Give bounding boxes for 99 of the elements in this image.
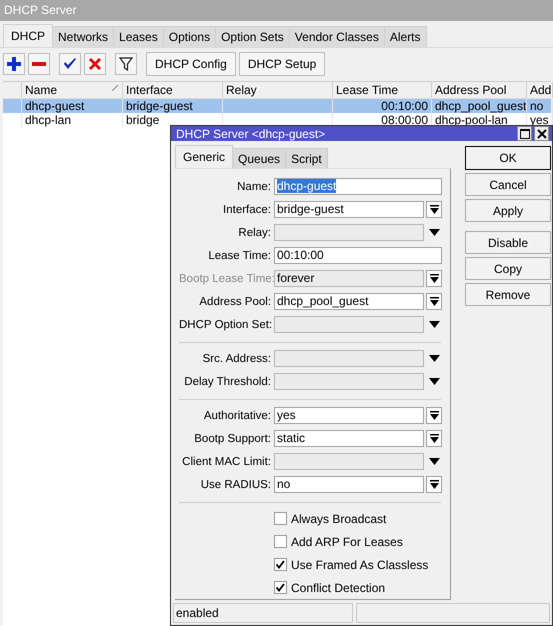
- table-cell: bridge: [126, 113, 160, 127]
- table-cell: dhcp-lan: [25, 113, 72, 127]
- checkbox[interactable]: [274, 535, 287, 548]
- table-cell: 00:10:00: [381, 99, 428, 113]
- dropdown-icon: [430, 297, 438, 306]
- dialog-button[interactable]: Remove: [465, 283, 551, 306]
- table-cell: dhcp-guest: [25, 99, 84, 113]
- column-header[interactable]: Interface: [123, 82, 223, 98]
- input-field[interactable]: dhcp-guest: [274, 178, 442, 195]
- toolbar-button[interactable]: DHCP Setup: [238, 52, 326, 76]
- dialog-button[interactable]: Copy: [465, 257, 551, 280]
- table-cell: dhcp-pool-lan: [435, 113, 508, 127]
- checkbox[interactable]: [274, 512, 287, 525]
- field-label: Interface:: [222, 204, 272, 216]
- dialog-title: DHCP Server <dhcp-guest>: [176, 126, 326, 140]
- field-label: Src. Address:: [202, 352, 272, 364]
- select-field[interactable]: no: [274, 476, 424, 493]
- expand-arrow-icon[interactable]: [429, 321, 440, 328]
- dropdown-icon: [430, 434, 438, 443]
- status-text: enabled: [173, 603, 353, 623]
- checkbox-label: Add ARP For Leases: [291, 534, 403, 548]
- checkbox[interactable]: [274, 581, 287, 594]
- add-button[interactable]: [3, 53, 25, 75]
- dropdown-button[interactable]: [426, 293, 442, 310]
- maximize-button[interactable]: [517, 126, 532, 141]
- toolbar-button[interactable]: DHCP Config: [146, 52, 236, 76]
- input-field[interactable]: [274, 224, 424, 241]
- tab[interactable]: DHCP: [3, 24, 54, 47]
- expand-arrow-icon[interactable]: [429, 458, 440, 465]
- dialog-button[interactable]: Disable: [465, 231, 551, 254]
- field-label: Client MAC Limit:: [181, 456, 272, 468]
- dialog-button[interactable]: Apply: [465, 199, 551, 222]
- table-cell: 08:00:00: [381, 113, 428, 127]
- table-row[interactable]: dhcp-guest bridge-guest 00:10:00 dhcp_pool_guest no: [3, 99, 551, 113]
- input-field[interactable]: [274, 350, 424, 367]
- input-field[interactable]: [274, 373, 424, 390]
- expand-arrow-icon[interactable]: [429, 229, 440, 236]
- table-cell: no: [530, 99, 544, 113]
- select-field[interactable]: bridge-guest: [274, 201, 424, 218]
- column-header[interactable]: Add: [527, 82, 553, 98]
- close-button[interactable]: [534, 126, 549, 141]
- table-cell: dhcp_pool_guest: [435, 99, 526, 113]
- table-cell: bridge-guest: [126, 99, 193, 113]
- cross-icon: [88, 57, 102, 71]
- tab[interactable]: Options: [162, 26, 216, 47]
- dialog-button[interactable]: Cancel: [465, 173, 551, 196]
- tab[interactable]: Leases: [113, 26, 164, 47]
- tab[interactable]: Networks: [52, 26, 114, 47]
- field-label: Address Pool:: [198, 296, 272, 308]
- dropdown-icon: [430, 274, 438, 283]
- expand-arrow-icon[interactable]: [429, 355, 440, 362]
- plus-icon: [7, 57, 21, 71]
- column-header[interactable]: Address Pool: [432, 82, 527, 98]
- select-field[interactable]: yes: [274, 407, 424, 424]
- field-label: Authoritative:: [202, 410, 272, 422]
- sort-icon: [112, 85, 118, 91]
- dropdown-icon: [430, 205, 438, 214]
- check-icon: [63, 57, 77, 71]
- field-label: Bootp Support:: [193, 432, 272, 444]
- field-label: DHCP Option Set:: [179, 318, 274, 330]
- field-label: Name:: [236, 180, 272, 192]
- select-field[interactable]: static: [274, 430, 424, 447]
- expand-arrow-icon[interactable]: [429, 378, 440, 385]
- filter-button[interactable]: [115, 53, 137, 75]
- tab[interactable]: Vendor Classes: [288, 26, 385, 47]
- dropdown-button[interactable]: [426, 270, 442, 287]
- checkbox-label: Use Framed As Classless: [291, 558, 428, 572]
- dropdown-icon: [430, 411, 438, 420]
- tab[interactable]: Alerts: [384, 26, 427, 47]
- checkbox-label: Always Broadcast: [291, 512, 386, 526]
- input-field[interactable]: [274, 316, 424, 333]
- input-field[interactable]: 00:10:00: [274, 247, 442, 264]
- field-label: Relay:: [237, 226, 272, 238]
- column-header[interactable]: Lease Time: [333, 82, 432, 98]
- column-header[interactable]: Relay: [223, 82, 333, 98]
- field-label: Delay Threshold:: [183, 376, 272, 388]
- checkbox-label: Conflict Detection: [291, 580, 386, 594]
- tab[interactable]: Generic: [175, 145, 234, 168]
- remove-button[interactable]: [28, 53, 50, 75]
- input-field[interactable]: [274, 453, 424, 470]
- tab[interactable]: Script: [285, 148, 328, 168]
- dropdown-button[interactable]: [426, 430, 442, 447]
- window-title: DHCP Server: [0, 0, 553, 21]
- field-label: Lease Time:: [207, 250, 272, 262]
- tab[interactable]: Option Sets: [215, 26, 290, 47]
- dialog-button[interactable]: OK: [465, 146, 551, 170]
- tab[interactable]: Queues: [232, 148, 286, 168]
- field-label: Use RADIUS:: [200, 478, 272, 490]
- enable-button[interactable]: [59, 53, 81, 75]
- filter-icon: [119, 57, 133, 71]
- dropdown-button[interactable]: [426, 476, 442, 493]
- dropdown-button[interactable]: [426, 201, 442, 218]
- disable-button[interactable]: [84, 53, 106, 75]
- column-header[interactable]: Name: [22, 82, 123, 98]
- dropdown-icon: [430, 480, 438, 489]
- field-label: Bootp Lease Time:: [179, 272, 274, 284]
- select-field[interactable]: dhcp_pool_guest: [274, 293, 424, 310]
- dropdown-button[interactable]: [426, 407, 442, 424]
- checkbox[interactable]: [274, 558, 287, 571]
